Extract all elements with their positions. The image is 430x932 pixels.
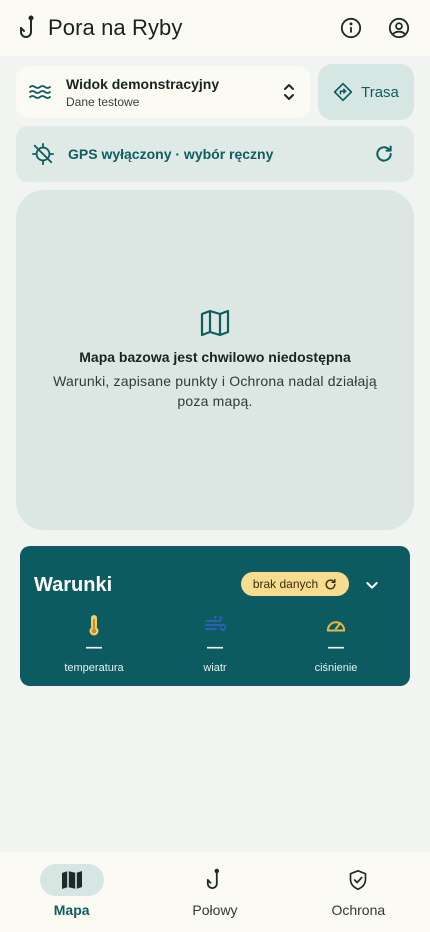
pressure-value: —: [328, 639, 344, 656]
gps-off-icon: [32, 143, 54, 165]
wind-label: wiatr: [203, 662, 227, 674]
metric-temperature: — temperatura: [39, 614, 149, 674]
route-label: Trasa: [361, 83, 399, 101]
wind-value: —: [207, 639, 223, 656]
nav-label-protection: Ochrona: [331, 902, 386, 918]
water-waves-icon: [28, 83, 52, 101]
map-nav-icon: [39, 864, 104, 896]
account-icon[interactable]: [384, 13, 414, 43]
gps-status-bar: GPS wyłączony · wybór ręczny: [16, 126, 414, 182]
metric-pressure: — ciśnienie: [281, 614, 391, 674]
thermometer-icon: [39, 614, 149, 636]
directions-icon: [333, 82, 353, 102]
no-data-label: brak danych: [252, 577, 319, 591]
gauge-icon: [281, 614, 391, 636]
refresh-gps-icon[interactable]: [374, 144, 394, 164]
app-title: Pora na Ryby: [48, 15, 183, 40]
map-placeholder: Mapa bazowa jest chwilowo niedostępna Wa…: [16, 190, 414, 530]
temperature-label: temperatura: [64, 662, 124, 674]
gps-status-text: GPS wyłączony · wybór ręczny: [68, 146, 274, 162]
nav-label-map: Mapa: [53, 902, 90, 918]
nav-label-catches: Połowy: [192, 902, 238, 918]
nav-item-protection[interactable]: Ochrona: [287, 852, 430, 932]
top-app-bar: Pora na Ryby: [0, 0, 430, 56]
route-button[interactable]: Trasa: [318, 64, 414, 120]
refresh-icon: [324, 578, 337, 591]
info-icon[interactable]: [336, 13, 366, 43]
conditions-card: Warunki brak danych — temperatura — wiat…: [20, 546, 410, 686]
metric-wind: — wiatr: [160, 614, 270, 674]
expand-chevron-icon[interactable]: [360, 573, 384, 597]
hook-icon: [183, 864, 247, 896]
pressure-label: ciśnienie: [314, 662, 358, 674]
hook-logo-icon: [18, 14, 40, 42]
nav-item-catches[interactable]: Połowy: [143, 852, 286, 932]
bottom-navigation: Mapa Połowy Ochrona: [0, 852, 430, 932]
region-selector[interactable]: Widok demonstracyjny Dane testowe: [16, 66, 310, 118]
region-name: Widok demonstracyjny: [66, 75, 220, 92]
nav-item-map[interactable]: Mapa: [0, 852, 143, 932]
no-data-badge[interactable]: brak danych: [241, 572, 349, 596]
map-unavailable-body: Warunki, zapisane punkty i Ochrona nadal…: [53, 373, 377, 409]
wind-icon: [160, 614, 270, 636]
conditions-title: Warunki: [34, 574, 113, 596]
shield-check-icon: [326, 864, 390, 896]
map-icon: [200, 309, 230, 337]
unfold-chevron-icon: [282, 81, 296, 103]
map-unavailable-headline: Mapa bazowa jest chwilowo niedostępna: [79, 349, 351, 365]
region-subtitle: Dane testowe: [66, 94, 140, 109]
temperature-value: —: [86, 639, 102, 656]
